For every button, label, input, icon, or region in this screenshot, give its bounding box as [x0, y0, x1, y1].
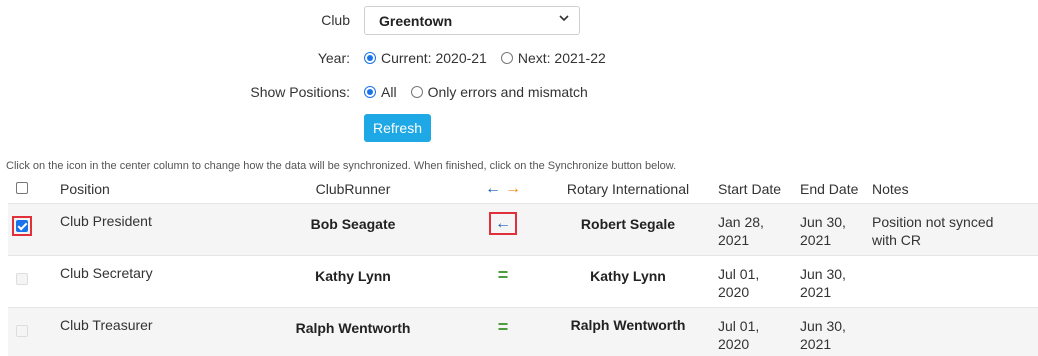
row-end-date: Jun 30, 2021 — [800, 255, 872, 308]
row-clubrunner: Ralph Wentworth — [238, 307, 468, 356]
club-label: Club — [321, 12, 350, 28]
refresh-button[interactable]: Refresh — [364, 114, 431, 142]
row-position: Club President — [60, 203, 238, 256]
row-notes: Position not synced with CR — [872, 203, 1038, 256]
arrow-right-icon: → — [504, 180, 521, 197]
table-row: Club President Bob Seagate ← Robert Sega… — [8, 203, 1038, 256]
arrow-left-icon: ← — [485, 180, 502, 197]
equals-icon[interactable]: = — [498, 265, 509, 285]
positions-radio-group: All Only errors and mismatch — [364, 84, 596, 100]
row-clubrunner: Bob Seagate — [238, 203, 468, 256]
row-rotary: Kathy Lynn — [538, 255, 718, 308]
row-start-date: Jul 01, 2020 — [718, 307, 800, 356]
positions-option-all[interactable]: All — [364, 84, 397, 100]
positions-errors-label: Only errors and mismatch — [427, 84, 588, 100]
header-end-date: End Date — [800, 181, 859, 197]
club-select[interactable]: Greentown — [364, 6, 580, 35]
equals-icon[interactable]: = — [498, 317, 509, 337]
row-end-date: Jun 30, 2021 — [800, 203, 872, 256]
highlight-box — [12, 216, 32, 236]
header-clubrunner: ClubRunner — [315, 181, 391, 197]
year-option-current[interactable]: Current: 2020-21 — [364, 50, 487, 66]
row-rotary: Ralph Wentworth — [538, 307, 718, 356]
sync-instructions: Click on the icon in the center column t… — [6, 160, 677, 172]
table-row: Club Treasurer Ralph Wentworth = Ralph W… — [8, 307, 1038, 356]
table-header-row: Position ClubRunner ← → Rotary Internati… — [8, 175, 1038, 204]
positions-all-label: All — [381, 84, 397, 100]
row-checkbox[interactable] — [16, 220, 28, 232]
positions-option-errors[interactable]: Only errors and mismatch — [410, 84, 588, 100]
header-notes: Notes — [872, 181, 909, 197]
row-position: Club Secretary — [60, 255, 238, 308]
row-rotary: Robert Segale — [538, 203, 718, 256]
sync-table: Position ClubRunner ← → Rotary Internati… — [8, 175, 1038, 356]
table-row: Club Secretary Kathy Lynn = Kathy Lynn J… — [8, 255, 1038, 308]
chevron-down-icon — [559, 13, 569, 26]
year-radio-group: Current: 2020-21 Next: 2021-22 — [364, 50, 614, 66]
row-checkbox — [16, 273, 28, 285]
sync-direction-toggle[interactable]: ← — [489, 212, 517, 235]
row-start-date: Jan 28, 2021 — [718, 203, 800, 256]
year-current-radio[interactable] — [364, 52, 376, 64]
positions-all-radio[interactable] — [364, 86, 376, 98]
select-all-checkbox[interactable] — [16, 182, 28, 194]
year-next-label: Next: 2021-22 — [517, 50, 606, 66]
show-positions-label: Show Positions: — [250, 84, 350, 100]
year-next-radio[interactable] — [500, 52, 513, 64]
header-start-date: Start Date — [718, 181, 782, 197]
header-position: Position — [60, 181, 110, 197]
year-current-label: Current: 2020-21 — [381, 50, 487, 66]
arrow-left-icon: ← — [495, 215, 511, 232]
row-checkbox — [16, 325, 28, 337]
header-sync-direction: ← → — [468, 175, 538, 204]
row-notes — [872, 255, 1038, 308]
row-start-date: Jul 01, 2020 — [718, 255, 800, 308]
row-position: Club Treasurer — [60, 307, 238, 356]
year-label: Year: — [317, 50, 350, 66]
year-option-next[interactable]: Next: 2021-22 — [500, 50, 606, 66]
header-rotary: Rotary International — [566, 181, 690, 197]
positions-errors-radio[interactable] — [410, 86, 423, 98]
row-notes — [872, 307, 1038, 356]
club-select-value: Greentown — [379, 12, 453, 29]
row-end-date: Jun 30, 2021 — [800, 307, 872, 356]
row-clubrunner: Kathy Lynn — [238, 255, 468, 308]
